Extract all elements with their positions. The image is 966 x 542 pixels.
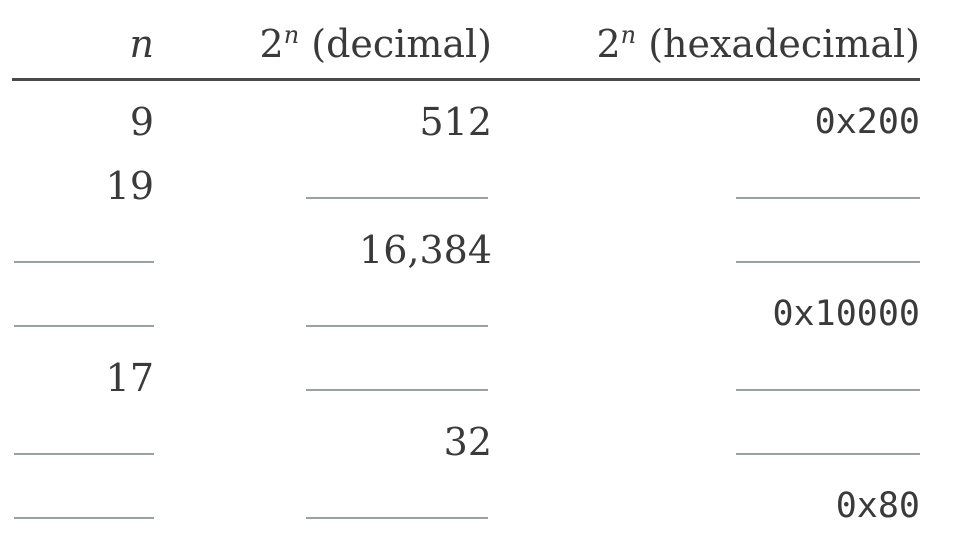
blank-hex[interactable] — [736, 453, 920, 455]
table-row: 19 — [0, 154, 966, 218]
cell-decimal: 32 — [443, 420, 492, 464]
table-row: 0x10000 — [0, 282, 966, 346]
header-decimal: 2n (decimal) — [259, 21, 492, 66]
table-row: 17 — [0, 346, 966, 410]
cell-decimal: 16,384 — [359, 228, 492, 272]
cell-hex: 0x10000 — [772, 294, 920, 334]
table-row: 0x80 — [0, 474, 966, 538]
blank-n[interactable] — [14, 517, 154, 519]
cell-hex: 0x200 — [814, 102, 920, 142]
table-row: 16,384 — [0, 218, 966, 282]
blank-n[interactable] — [14, 261, 154, 263]
header-rule — [12, 78, 920, 81]
powers-of-two-table: n 2n (decimal) 2n (hexadecimal) 9 512 0x20… — [0, 0, 966, 542]
cell-n: 17 — [105, 356, 154, 400]
header-n: n — [129, 22, 154, 66]
blank-decimal[interactable] — [306, 517, 488, 519]
header-hexadecimal: 2n (hexadecimal) — [596, 21, 920, 66]
blank-hex[interactable] — [736, 389, 920, 391]
table-header: n 2n (decimal) 2n (hexadecimal) — [0, 14, 966, 74]
blank-n[interactable] — [14, 325, 154, 327]
cell-n: 19 — [105, 164, 154, 208]
cell-decimal: 512 — [419, 100, 492, 144]
blank-decimal[interactable] — [306, 389, 488, 391]
cell-hex: 0x80 — [835, 486, 920, 526]
table-row: 9 512 0x200 — [0, 90, 966, 154]
blank-n[interactable] — [14, 453, 154, 455]
blank-hex[interactable] — [736, 261, 920, 263]
blank-hex[interactable] — [736, 197, 920, 199]
blank-decimal[interactable] — [306, 325, 488, 327]
cell-n: 9 — [129, 100, 154, 144]
table-row: 32 — [0, 410, 966, 474]
blank-decimal[interactable] — [306, 197, 488, 199]
